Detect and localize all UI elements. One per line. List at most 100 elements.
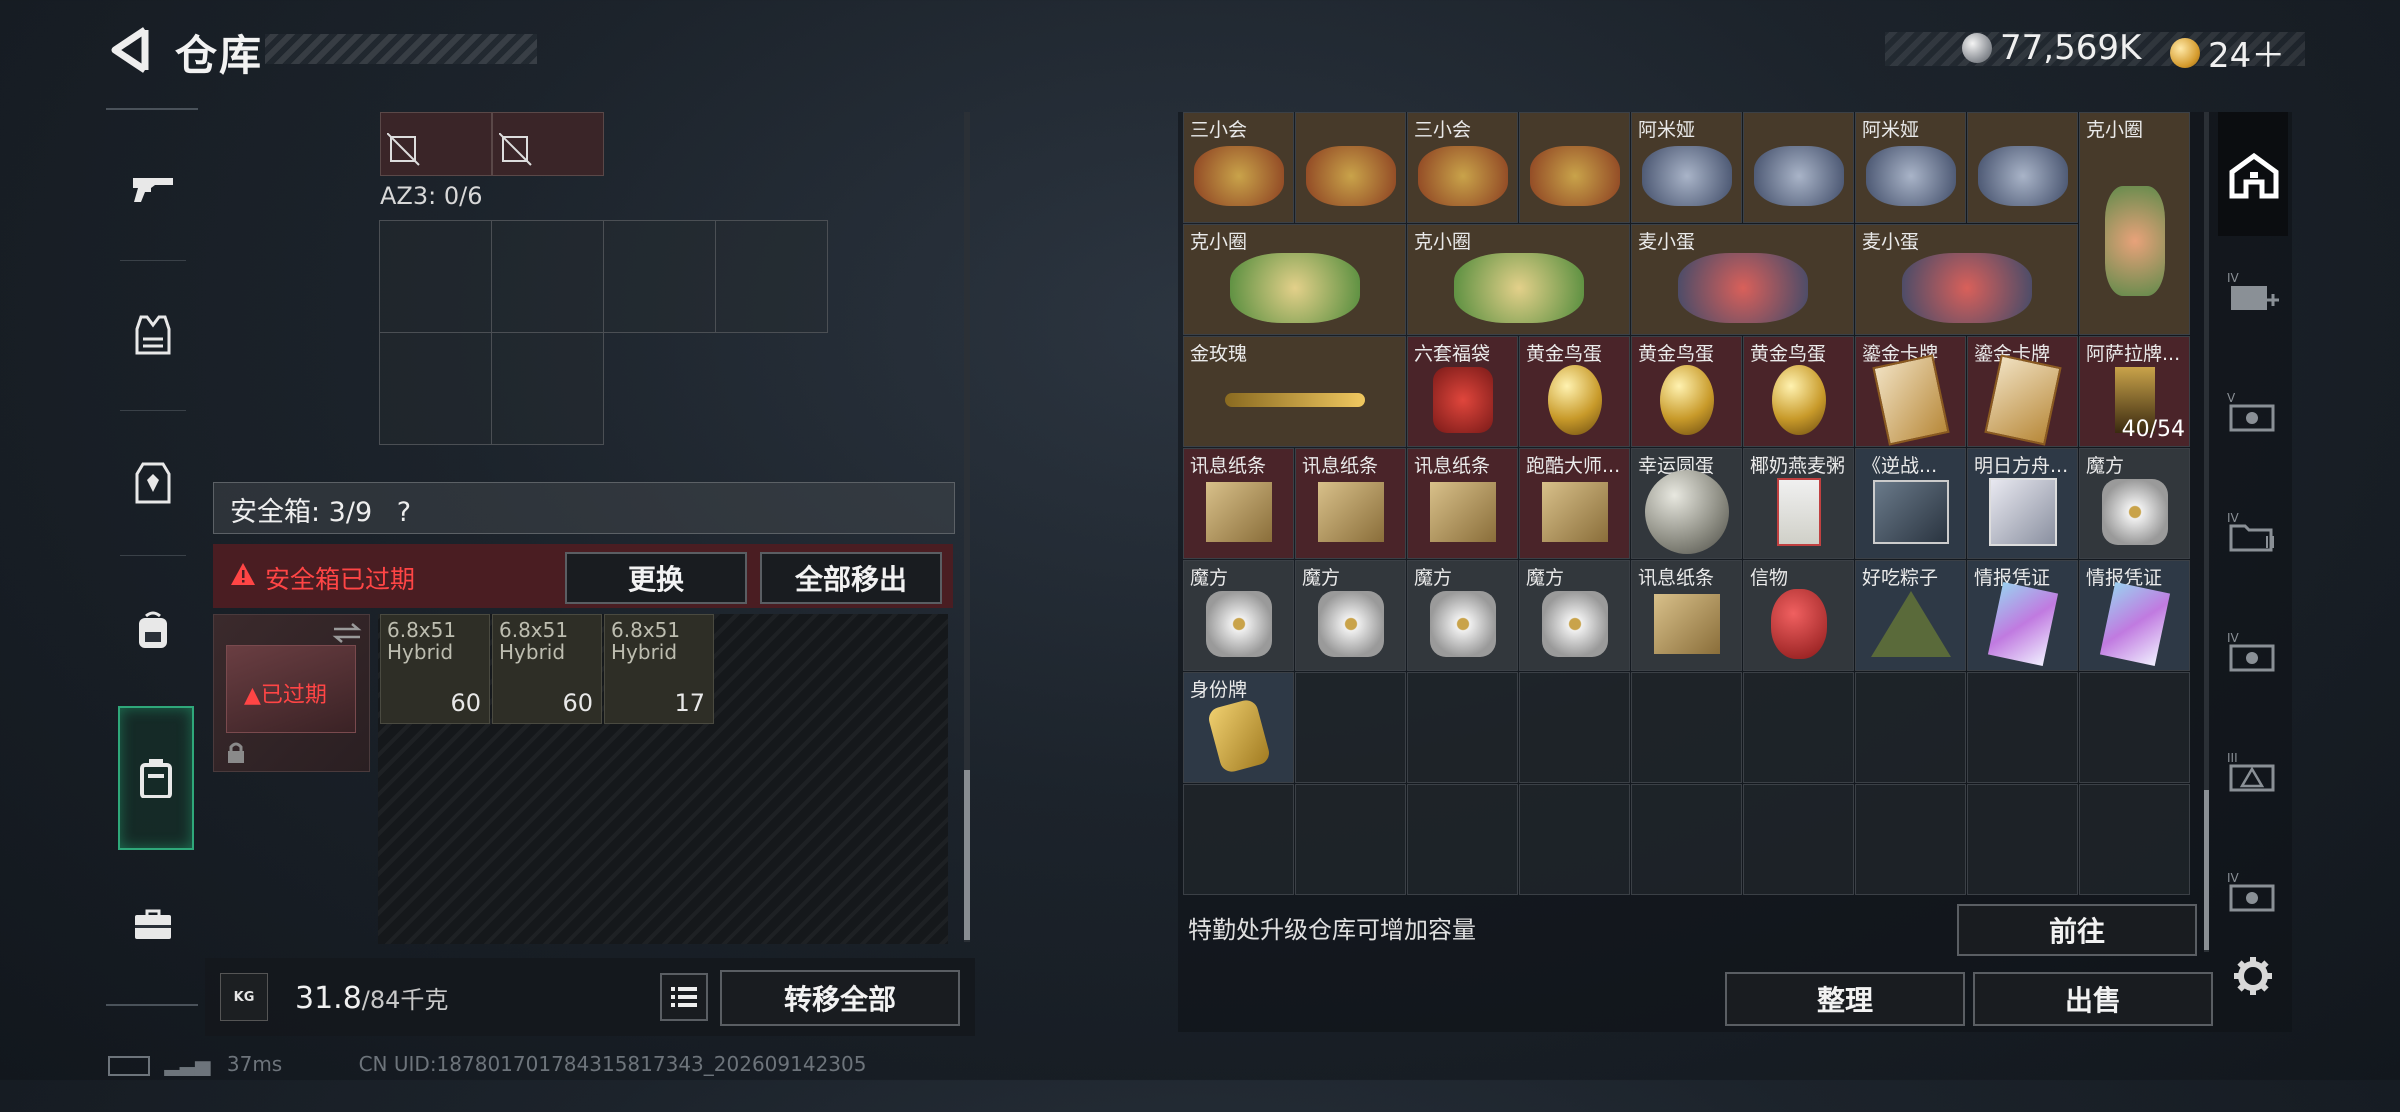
sell-button[interactable]: 出售 — [1973, 972, 2213, 1026]
inventory-item[interactable]: 好吃粽子 — [1855, 560, 1966, 671]
inventory-item[interactable]: 讯息纸条 — [1183, 448, 1294, 559]
az3-grid-cell[interactable] — [715, 220, 828, 333]
empty-slot[interactable] — [1967, 672, 2078, 783]
inventory-item[interactable]: 讯息纸条 — [1295, 448, 1406, 559]
inventory-item[interactable] — [1967, 112, 2078, 223]
nav-weapon[interactable] — [108, 143, 198, 233]
empty-slot[interactable] — [1631, 784, 1742, 895]
safebox-item[interactable]: ▲已过期 — [213, 614, 370, 772]
weight-max: /84千克 — [361, 986, 449, 1014]
tab-storage-1[interactable]: IV — [2218, 252, 2288, 332]
empty-slot[interactable] — [1631, 672, 1742, 783]
nav-armor[interactable] — [108, 290, 198, 380]
inventory-item[interactable] — [1295, 112, 1406, 223]
inventory-item[interactable]: 幸运圆蛋 — [1631, 448, 1742, 559]
empty-slot[interactable] — [1519, 784, 1630, 895]
inventory-item-wide[interactable]: 克小圈 — [1183, 224, 1406, 335]
inventory-item[interactable]: 鎏金卡牌 — [1855, 336, 1966, 447]
inventory-item[interactable]: 魔方 — [1295, 560, 1406, 671]
inventory-item[interactable]: 讯息纸条 — [1407, 448, 1518, 559]
inventory-item[interactable]: 情报凭证 — [1967, 560, 2078, 671]
inventory-item-tall[interactable]: 克小圈 — [2079, 112, 2190, 335]
empty-slot[interactable] — [1743, 672, 1854, 783]
settings-button[interactable] — [2218, 936, 2288, 1016]
empty-slot[interactable] — [2079, 784, 2190, 895]
inventory-item[interactable]: 魔方 — [1519, 560, 1630, 671]
az3-grid-cell[interactable] — [491, 332, 604, 445]
tab-warehouse-active[interactable] — [2218, 112, 2288, 236]
empty-slot[interactable] — [1407, 784, 1518, 895]
inventory-item[interactable]: 阿萨拉牌... 40/54 — [2079, 336, 2190, 447]
tab-storage-3[interactable]: IV — [2218, 492, 2288, 572]
inventory-item[interactable] — [1519, 112, 1630, 223]
inventory-item[interactable]: 明日方舟... — [1967, 448, 2078, 559]
tab-storage-4[interactable]: IV — [2218, 612, 2288, 692]
move-all-out-button[interactable]: 全部移出 — [760, 552, 942, 604]
inventory-item[interactable]: 六套福袋 — [1407, 336, 1518, 447]
tab-storage-6[interactable]: IV — [2218, 852, 2288, 932]
nav-backpack[interactable] — [108, 585, 198, 675]
inventory-item-wide[interactable]: 麦小蛋 — [1855, 224, 2078, 335]
empty-slot[interactable] — [1407, 672, 1518, 783]
empty-slot[interactable] — [1855, 784, 1966, 895]
empty-slot[interactable] — [1295, 672, 1406, 783]
inventory-item-wide[interactable]: 金玫瑰 — [1183, 336, 1406, 447]
tab-storage-2[interactable]: V — [2218, 372, 2288, 452]
inventory-item[interactable]: 椰奶燕麦粥 — [1743, 448, 1854, 559]
empty-slot[interactable] — [1967, 784, 2078, 895]
inventory-item[interactable]: 黄金鸟蛋 — [1519, 336, 1630, 447]
inventory-item[interactable]: 身份牌 — [1183, 672, 1294, 783]
goto-button[interactable]: 前往 — [1957, 904, 2197, 956]
inventory-item[interactable]: 三小会 — [1407, 112, 1518, 223]
empty-slot[interactable] — [1183, 784, 1294, 895]
inventory-item[interactable] — [1743, 112, 1854, 223]
inventory-item[interactable]: 黄金鸟蛋 — [1743, 336, 1854, 447]
nav-safebox-active[interactable] — [118, 706, 194, 850]
item-label: 跑酷大师... — [1526, 455, 1621, 477]
inventory-item[interactable]: 魔方 — [1183, 560, 1294, 671]
tab-storage-5[interactable]: III — [2218, 732, 2288, 812]
inventory-item[interactable]: 黄金鸟蛋 — [1631, 336, 1742, 447]
inventory-item[interactable]: 三小会 — [1183, 112, 1294, 223]
inventory-item[interactable]: 阿米娅 — [1855, 112, 1966, 223]
help-button[interactable]: ? — [397, 497, 411, 528]
az3-grid-cell[interactable] — [379, 220, 492, 333]
warehouse-scrollbar-thumb[interactable] — [2204, 790, 2209, 950]
inventory-item-wide[interactable]: 麦小蛋 — [1631, 224, 1854, 335]
inventory-item[interactable]: 魔方 — [1407, 560, 1518, 671]
inventory-item[interactable]: 信物 — [1743, 560, 1854, 671]
inventory-item[interactable]: 鎏金卡牌 — [1967, 336, 2078, 447]
list-view-button[interactable] — [660, 973, 708, 1021]
transfer-all-button[interactable]: 转移全部 — [720, 970, 960, 1026]
inventory-item[interactable]: 阿米娅 — [1631, 112, 1742, 223]
inventory-item[interactable]: 情报凭证 — [2079, 560, 2190, 671]
az3-item-slot[interactable] — [380, 112, 492, 176]
empty-slot[interactable] — [2079, 672, 2190, 783]
empty-slot[interactable] — [1855, 672, 1966, 783]
replace-button[interactable]: 更换 — [565, 552, 747, 604]
inventory-item[interactable]: 讯息纸条 — [1631, 560, 1742, 671]
silver-currency[interactable]: 77,569K — [1962, 28, 2141, 68]
az3-item-slot[interactable] — [492, 112, 604, 176]
back-button[interactable] — [100, 22, 160, 78]
inventory-item[interactable]: 魔方 — [2079, 448, 2190, 559]
empty-slot[interactable] — [1743, 784, 1854, 895]
item-label: 六套福袋 — [1414, 343, 1491, 365]
ammo-item-1[interactable]: 6.8x51 Hybrid 60 — [380, 614, 490, 724]
az3-grid-cell[interactable] — [379, 332, 492, 445]
inventory-item[interactable]: 跑酷大师... — [1519, 448, 1630, 559]
az3-grid-cell[interactable] — [603, 220, 716, 333]
nav-toolbox[interactable] — [108, 880, 198, 970]
ammo-item-3[interactable]: 6.8x51 Hybrid 17 — [604, 614, 714, 724]
sort-button[interactable]: 整理 — [1725, 972, 1965, 1026]
empty-slot[interactable] — [1295, 784, 1406, 895]
loadout-scrollbar-thumb[interactable] — [964, 770, 970, 940]
empty-slot[interactable] — [1519, 672, 1630, 783]
az3-grid-cell[interactable] — [491, 220, 604, 333]
item-label: 克小圈 — [1414, 231, 1472, 253]
inventory-item[interactable]: 《逆战... — [1855, 448, 1966, 559]
gold-currency[interactable]: 24＋ — [2170, 28, 2285, 77]
inventory-item-wide[interactable]: 克小圈 — [1407, 224, 1630, 335]
nav-chest-rig[interactable] — [108, 438, 198, 528]
ammo-item-2[interactable]: 6.8x51 Hybrid 60 — [492, 614, 602, 724]
